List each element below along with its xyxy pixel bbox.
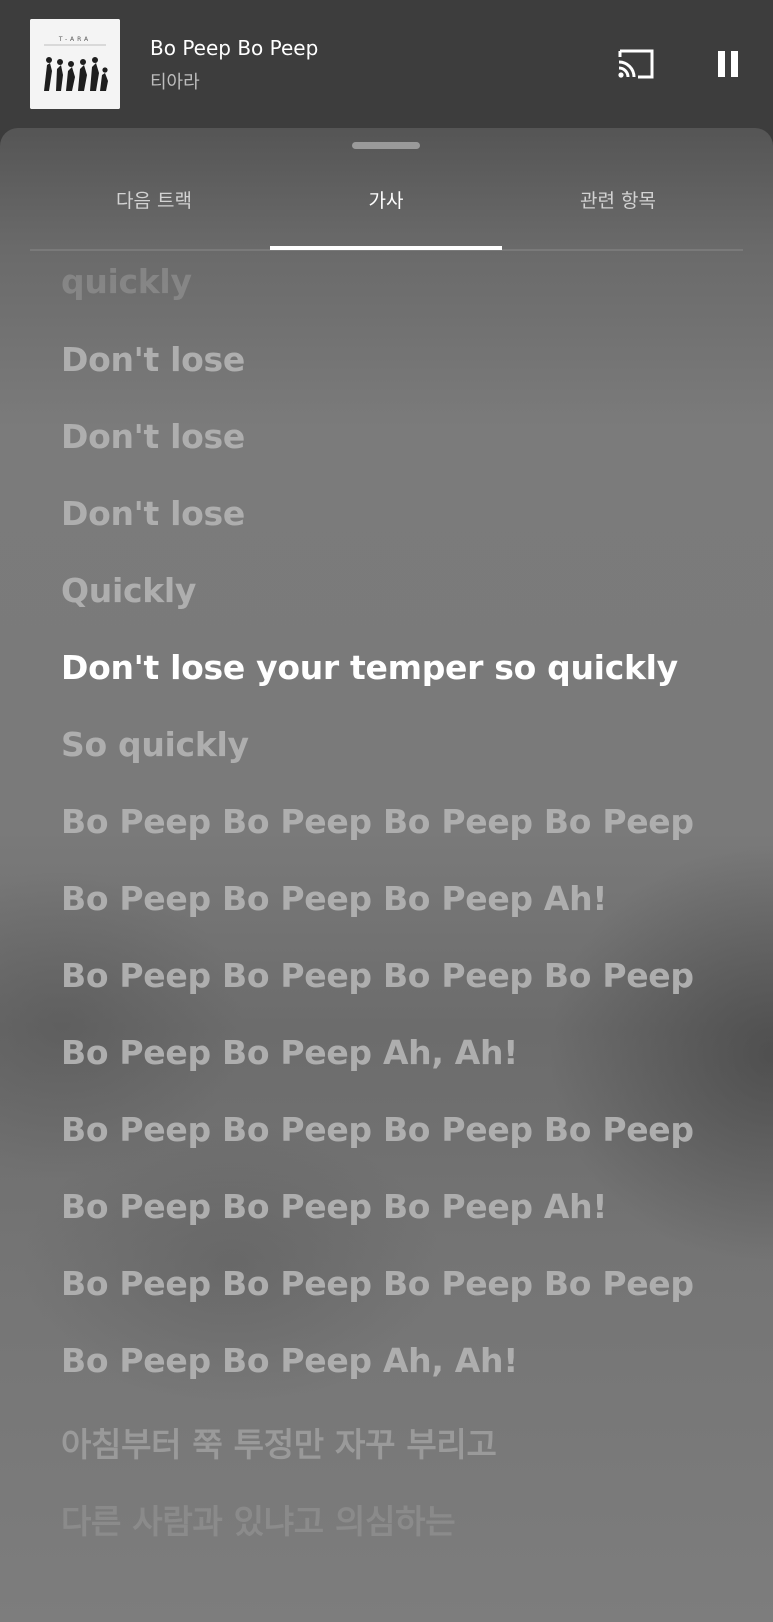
cast-button[interactable] — [612, 40, 660, 88]
album-art[interactable]: T-ARA — [30, 19, 120, 109]
lyric-line[interactable]: Bo Peep Bo Peep Ah, Ah! — [61, 1033, 518, 1072]
lyric-line[interactable]: Bo Peep Bo Peep Ah, Ah! — [61, 1341, 518, 1380]
lyric-line[interactable]: Don't lose — [61, 417, 245, 456]
lyric-line[interactable]: Bo Peep Bo Peep Bo Peep Bo Peep — [61, 956, 694, 995]
mini-player[interactable]: T-ARA Bo Peep Bo Peep 티아라 — [0, 0, 773, 130]
lyric-line[interactable]: quickly — [61, 262, 192, 301]
lyric-line[interactable]: Bo Peep Bo Peep Bo Peep Bo Peep — [61, 1110, 694, 1149]
tab-lyrics[interactable]: 가사 — [270, 186, 502, 213]
track-artist[interactable]: 티아라 — [150, 68, 200, 94]
album-logo-text: T-ARA — [58, 36, 91, 43]
lyric-line[interactable]: Quickly — [61, 571, 196, 610]
lyric-line[interactable]: So quickly — [61, 725, 249, 764]
track-title[interactable]: Bo Peep Bo Peep — [150, 36, 318, 60]
lyric-line[interactable]: Bo Peep Bo Peep Bo Peep Ah! — [61, 1187, 607, 1226]
pause-button[interactable] — [704, 40, 752, 88]
tab-related[interactable]: 관련 항목 — [502, 186, 734, 213]
cast-icon — [618, 49, 654, 79]
tab-up-next[interactable]: 다음 트랙 — [38, 186, 270, 213]
drag-handle[interactable] — [352, 142, 420, 149]
lyric-line[interactable]: 다른 사람과 있냐고 의심하는 — [61, 1495, 456, 1543]
lyric-line[interactable]: 아침부터 쭉 투정만 자꾸 부리고 — [61, 1418, 497, 1466]
player-sheet: 다음 트랙 가사 관련 항목 quickly Don't lose Don't … — [0, 128, 773, 1622]
lyric-line-current[interactable]: Don't lose your temper so quickly — [61, 648, 678, 687]
lyric-line[interactable]: Don't lose — [61, 340, 245, 379]
lyric-line[interactable]: Bo Peep Bo Peep Bo Peep Bo Peep — [61, 1264, 694, 1303]
lyric-line[interactable]: Bo Peep Bo Peep Bo Peep Bo Peep — [61, 802, 694, 841]
pause-icon — [718, 51, 738, 77]
tab-active-indicator — [270, 246, 502, 250]
album-cover-image: T-ARA — [30, 19, 120, 109]
lyric-line[interactable]: Don't lose — [61, 494, 245, 533]
lyric-line[interactable]: Bo Peep Bo Peep Bo Peep Ah! — [61, 879, 607, 918]
